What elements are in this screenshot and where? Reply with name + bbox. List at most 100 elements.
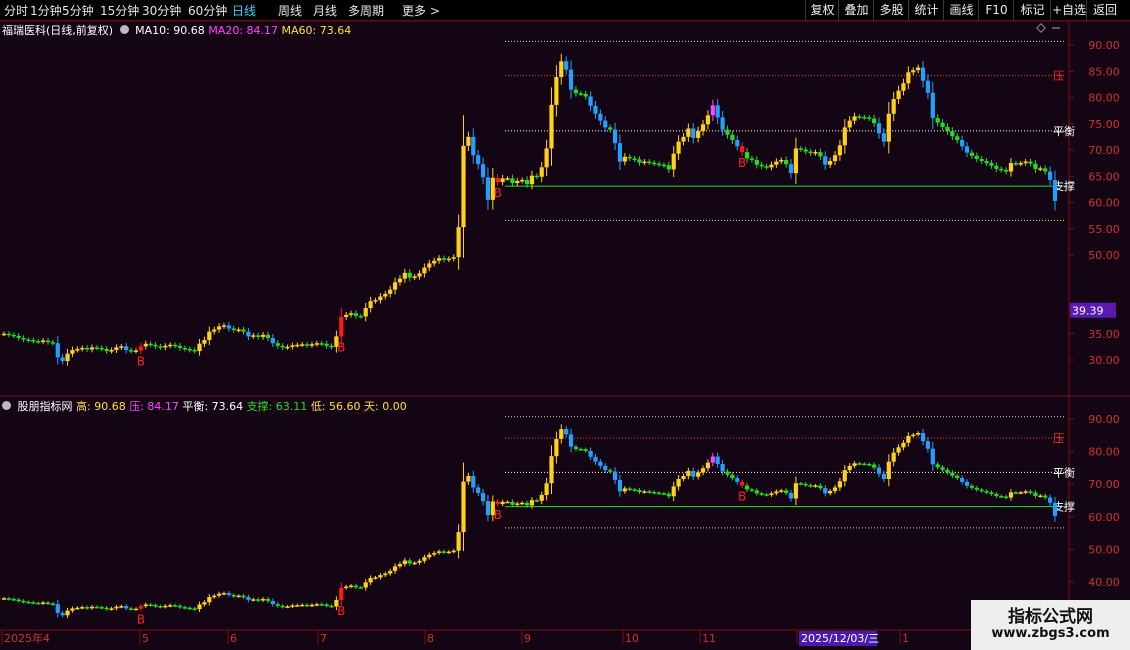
- main-candle-body-88: [432, 260, 437, 264]
- sub-candle-body-212: [1038, 495, 1043, 498]
- main-candle-body-111: [544, 148, 549, 168]
- main-candle-body-57: [280, 345, 285, 348]
- sub-candle-body-74: [363, 582, 368, 588]
- main-candle-body-89: [436, 258, 442, 261]
- main-candle-body-157: [769, 164, 774, 168]
- main-candle-body-166: [813, 152, 818, 154]
- sub-candle-body-69: [339, 587, 344, 600]
- main-candle-body-119: [583, 93, 588, 97]
- sub-candle-body-194: [950, 472, 955, 476]
- sub-candle-body-125: [612, 471, 618, 480]
- main-candle-body-126: [617, 143, 623, 162]
- sub-candle-body-24: [119, 606, 124, 608]
- xaxis-label-2: 6: [230, 632, 237, 645]
- sub-candle-body-71: [348, 585, 354, 588]
- main-candle-body-131: [642, 161, 647, 164]
- sub-candle-body-116: [568, 434, 574, 447]
- main-candle-body-160: [784, 159, 789, 165]
- sub-candle-body-36: [177, 605, 183, 608]
- main-candle-body-189: [925, 80, 931, 93]
- sub-candle-body-29: [143, 604, 148, 607]
- main-candle-body-136: [666, 165, 671, 170]
- main-candle-body-182: [891, 99, 896, 114]
- xaxis-label-0: 2025年4: [4, 631, 50, 645]
- sub-candle-body-44: [216, 593, 222, 596]
- sub-candle-body-184: [901, 442, 906, 448]
- sub-candle-body-143: [700, 468, 706, 473]
- sub-candle-body-86: [422, 557, 427, 561]
- main-candle-body-95: [466, 136, 471, 146]
- main-candle-body-116: [568, 69, 574, 90]
- main-candle-body-66: [324, 343, 329, 346]
- main-candle-body-5: [26, 339, 31, 342]
- main-candle-body-208: [1018, 163, 1023, 165]
- sub-candle-body-50: [246, 596, 251, 600]
- main-candle-body-2: [11, 334, 16, 337]
- sub-candle-body-215: [1052, 502, 1058, 516]
- main-candle-body-19: [94, 347, 99, 349]
- main-candle-body-102: [500, 178, 505, 183]
- main-candle-body-72: [353, 313, 359, 316]
- sub-candle-body-199: [974, 487, 979, 490]
- sub-candle-body-32: [158, 606, 163, 608]
- sub-candle-body-182: [891, 452, 896, 462]
- sub-candle-body-203: [994, 493, 999, 496]
- sub-candle-body-67: [329, 605, 334, 608]
- main-candle-body-211: [1033, 163, 1038, 169]
- sub-candle-body-133: [652, 492, 657, 494]
- sub-candle-body-30: [148, 604, 153, 606]
- sub-candle-body-165: [808, 485, 813, 487]
- sub-candle-body-106: [520, 502, 525, 505]
- main-ytick-label-3: 75.00: [1088, 118, 1120, 131]
- main-candle-body-80: [392, 282, 398, 290]
- sub-candle-body-169: [828, 491, 833, 494]
- main-candle-body-175: [857, 116, 862, 118]
- main-candle-body-25: [124, 346, 129, 351]
- main-candle-body-215: [1052, 179, 1058, 201]
- sub-candle-body-109: [534, 500, 539, 502]
- main-candle-body-60: [295, 344, 300, 347]
- sub-candle-body-155: [759, 493, 764, 495]
- main-candle-body-73: [358, 315, 363, 318]
- sub-candle-body-48: [236, 595, 241, 598]
- sub-candle-body-14: [70, 608, 75, 611]
- sub-ytick-label-1: 80.00: [1088, 446, 1120, 459]
- main-candle-body-164: [803, 149, 808, 152]
- sub-candle-body-138: [676, 478, 681, 487]
- sub-candle-body-161: [788, 493, 794, 499]
- sub-candle-body-190: [930, 448, 935, 465]
- collapse-icon[interactable]: [2, 401, 11, 410]
- main-candle-body-123: [603, 120, 608, 128]
- sub-candle-body-20: [99, 607, 104, 609]
- main-candle-body-1: [6, 333, 11, 336]
- sub-pressure-text: 压: [1053, 432, 1064, 445]
- sub-candle-body-145: [710, 456, 715, 463]
- main-candle-body-27: [133, 350, 139, 353]
- sub-candle-body-191: [935, 464, 940, 468]
- diamond-icon: [1036, 23, 1046, 33]
- sub-candle-body-97: [476, 487, 481, 494]
- sub-candle-body-172: [842, 470, 847, 482]
- collapse-icon[interactable]: [119, 25, 129, 34]
- main-candle-body-137: [671, 153, 676, 170]
- sub-candle-body-135: [661, 493, 667, 495]
- sub-candle-body-9: [45, 602, 51, 605]
- main-candle-body-43: [212, 329, 217, 332]
- sub-candle-body-15: [75, 607, 80, 610]
- sub-candle-body-159: [779, 490, 784, 492]
- main-candle-body-71: [348, 313, 354, 315]
- sub-candle-body-195: [955, 475, 960, 479]
- main-candle-body-53: [260, 334, 266, 337]
- main-candle-body-185: [906, 72, 911, 84]
- xaxis-label-5: 9: [524, 632, 531, 645]
- main-candle-body-206: [1008, 163, 1014, 172]
- sub-candle-body-35: [172, 605, 178, 607]
- main-candle-body-105: [515, 180, 520, 184]
- watermark-url: www.zbgs3.com: [991, 626, 1110, 641]
- main-candle-body-214: [1048, 171, 1053, 180]
- main-candle-body-178: [872, 118, 877, 124]
- sub-candle-body-136: [666, 493, 671, 497]
- xaxis-label-3: 7: [320, 632, 327, 645]
- sub-buy-signal-2: B: [494, 508, 502, 522]
- sub-candle-body-150: [735, 478, 740, 482]
